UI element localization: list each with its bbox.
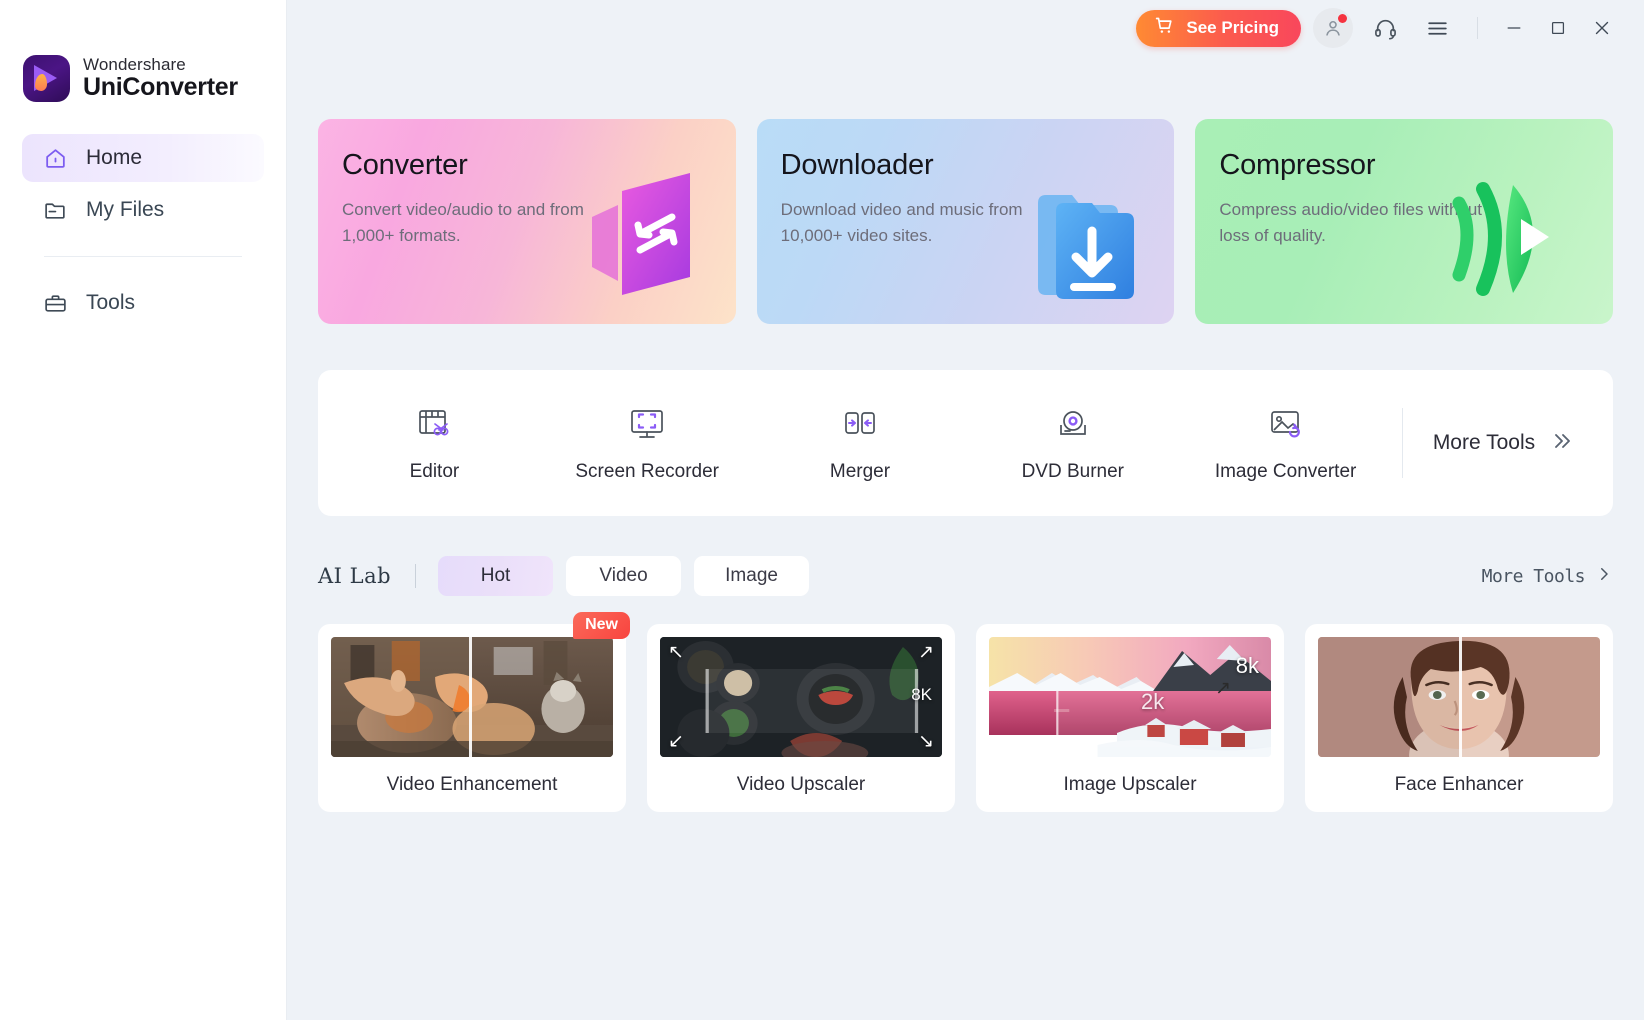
status-badge: New xyxy=(573,612,630,639)
see-pricing-label: See Pricing xyxy=(1186,18,1279,37)
tool-label: DVD Burner xyxy=(1021,461,1124,482)
sidebar-divider xyxy=(44,256,242,257)
before-after-divider xyxy=(1459,637,1462,757)
film-scissors-icon xyxy=(413,403,455,445)
before-after-divider xyxy=(469,637,473,757)
sidebar-item-label: My Files xyxy=(86,198,165,221)
resolution-label-before: 2k xyxy=(1141,689,1165,714)
ai-card-video-enhancement[interactable]: New Video Enhancement xyxy=(318,612,630,812)
ai-card-face-enhancer[interactable]: Face Enhancer xyxy=(1305,624,1613,812)
sidebar-nav: Home My Files Tools xyxy=(0,134,286,327)
disc-burner-icon xyxy=(1052,403,1094,445)
tool-label: Screen Recorder xyxy=(575,461,719,482)
upscale-arrow-icon: ↖ xyxy=(668,642,684,663)
tool-editor[interactable]: Editor xyxy=(328,403,541,483)
tool-screen-recorder[interactable]: Screen Recorder xyxy=(541,403,754,483)
ai-lab-title: AI Lab xyxy=(318,564,392,588)
minimize-icon[interactable] xyxy=(1492,8,1536,48)
feature-card-downloader[interactable]: Downloader Download video and music from… xyxy=(756,119,1175,324)
feature-card-compressor[interactable]: Compressor Compress audio/video files wi… xyxy=(1195,119,1614,324)
home-icon xyxy=(42,145,68,171)
feature-card-description: Download video and music from 10,000+ vi… xyxy=(780,200,1023,245)
feature-card-converter[interactable]: Converter Convert video/audio to and fro… xyxy=(318,119,736,324)
monitor-capture-icon xyxy=(626,403,668,445)
feature-card-title: Downloader xyxy=(780,149,934,181)
tool-label: Merger xyxy=(829,461,891,482)
tool-label: Image Converter xyxy=(1214,461,1357,482)
tab-label: Hot xyxy=(480,565,511,586)
dark-food-table-upscale: ↖ ↗ ↙ ↘ 8K xyxy=(660,637,942,757)
folder-icon xyxy=(42,197,68,223)
toolbox-icon xyxy=(42,290,68,316)
feature-card-description: Compress audio/video files without loss … xyxy=(1219,200,1483,245)
ai-card-label: Video Enhancement xyxy=(386,774,558,795)
brand-logo-block: Wondershare UniConverter xyxy=(0,0,286,102)
maximize-icon[interactable] xyxy=(1536,8,1580,48)
hamburger-menu-icon[interactable] xyxy=(1417,8,1457,48)
tool-merger[interactable]: Merger xyxy=(754,403,967,483)
tab-label: Image xyxy=(725,565,778,586)
uniconverter-app-window: Wondershare UniConverter Home My Files T… xyxy=(0,0,1644,1020)
headset-support-icon[interactable] xyxy=(1365,8,1405,48)
notification-dot xyxy=(1338,14,1347,23)
snowy-fjord-village-upscale: 2k 8k ↗ xyxy=(989,637,1271,757)
brand-company-name: Wondershare xyxy=(83,55,186,75)
tool-image-converter[interactable]: Image Converter xyxy=(1179,403,1392,483)
feature-card-title: Compressor xyxy=(1219,149,1376,181)
tools-panel: Editor Screen Recorder Merger DVD Burner… xyxy=(318,370,1613,516)
shopping-cart-icon xyxy=(1154,15,1175,41)
merge-arrows-icon xyxy=(839,403,881,445)
user-account-icon[interactable] xyxy=(1313,8,1353,48)
portrait-face-before-after xyxy=(1318,637,1600,757)
ai-lab-header: AI Lab Hot Video Image More Tools xyxy=(318,554,1613,598)
upscale-arrow-icon: ↙ xyxy=(668,731,684,752)
tab-video[interactable]: Video xyxy=(566,556,682,596)
sidebar: Wondershare UniConverter Home My Files T… xyxy=(0,0,287,1020)
sidebar-item-label: Home xyxy=(86,146,143,169)
tab-image[interactable]: Image xyxy=(694,556,810,596)
resolution-label-after: 8k xyxy=(1235,653,1259,678)
upscale-arrow-icon: ↗ xyxy=(1215,678,1231,699)
tab-hot[interactable]: Hot xyxy=(438,556,554,596)
image-convert-icon xyxy=(1265,403,1307,445)
titlebar-divider xyxy=(1477,17,1478,39)
ai-lab-more-tools-label: More Tools xyxy=(1481,565,1586,587)
feature-card-title: Converter xyxy=(342,149,468,181)
see-pricing-button[interactable]: See Pricing xyxy=(1136,9,1301,47)
more-tools-button[interactable]: More Tools xyxy=(1403,429,1603,458)
sidebar-item-my-files[interactable]: My Files xyxy=(22,186,264,234)
ai-lab-more-tools-button[interactable]: More Tools xyxy=(1482,565,1613,588)
ai-card-label: Image Upscaler xyxy=(1063,774,1197,795)
feature-card-description: Convert video/audio to and from 1,000+ f… xyxy=(342,200,584,245)
play-flame-logo-icon xyxy=(23,55,70,102)
main-content: See Pricing Converter Convert video/audi… xyxy=(287,0,1644,1020)
brand-product-name: UniConverter xyxy=(83,73,238,102)
upscale-arrow-icon: ↗ xyxy=(918,642,934,663)
title-bar: See Pricing xyxy=(287,0,1644,56)
ai-lab-divider xyxy=(415,564,417,588)
sidebar-item-home[interactable]: Home xyxy=(22,134,264,182)
sidebar-item-tools[interactable]: Tools xyxy=(22,279,264,327)
close-icon[interactable] xyxy=(1580,8,1624,48)
double-chevron-right-icon xyxy=(1549,429,1573,458)
resolution-label: 8K xyxy=(911,685,932,704)
cat-petting-before-after xyxy=(331,637,613,757)
ai-card-label: Video Upscaler xyxy=(736,774,866,795)
sidebar-item-label: Tools xyxy=(86,291,136,314)
tool-dvd-burner[interactable]: DVD Burner xyxy=(966,403,1179,483)
ai-card-image-upscaler[interactable]: 2k 8k ↗ Image Upscaler xyxy=(976,624,1284,812)
tool-label: Editor xyxy=(409,461,460,482)
tab-label: Video xyxy=(599,565,648,586)
ai-card-label: Face Enhancer xyxy=(1394,774,1524,795)
ai-card-row: New Video Enhancement ↖ ↗ ↙ ↘ 8K Video U… xyxy=(318,612,1613,812)
ai-card-video-upscaler[interactable]: ↖ ↗ ↙ ↘ 8K Video Upscaler xyxy=(647,624,955,812)
more-tools-label: More Tools xyxy=(1432,431,1536,454)
upscale-arrow-icon: ↘ xyxy=(918,731,934,752)
chevron-right-icon xyxy=(1595,565,1613,588)
feature-card-row: Converter Convert video/audio to and fro… xyxy=(287,56,1644,324)
